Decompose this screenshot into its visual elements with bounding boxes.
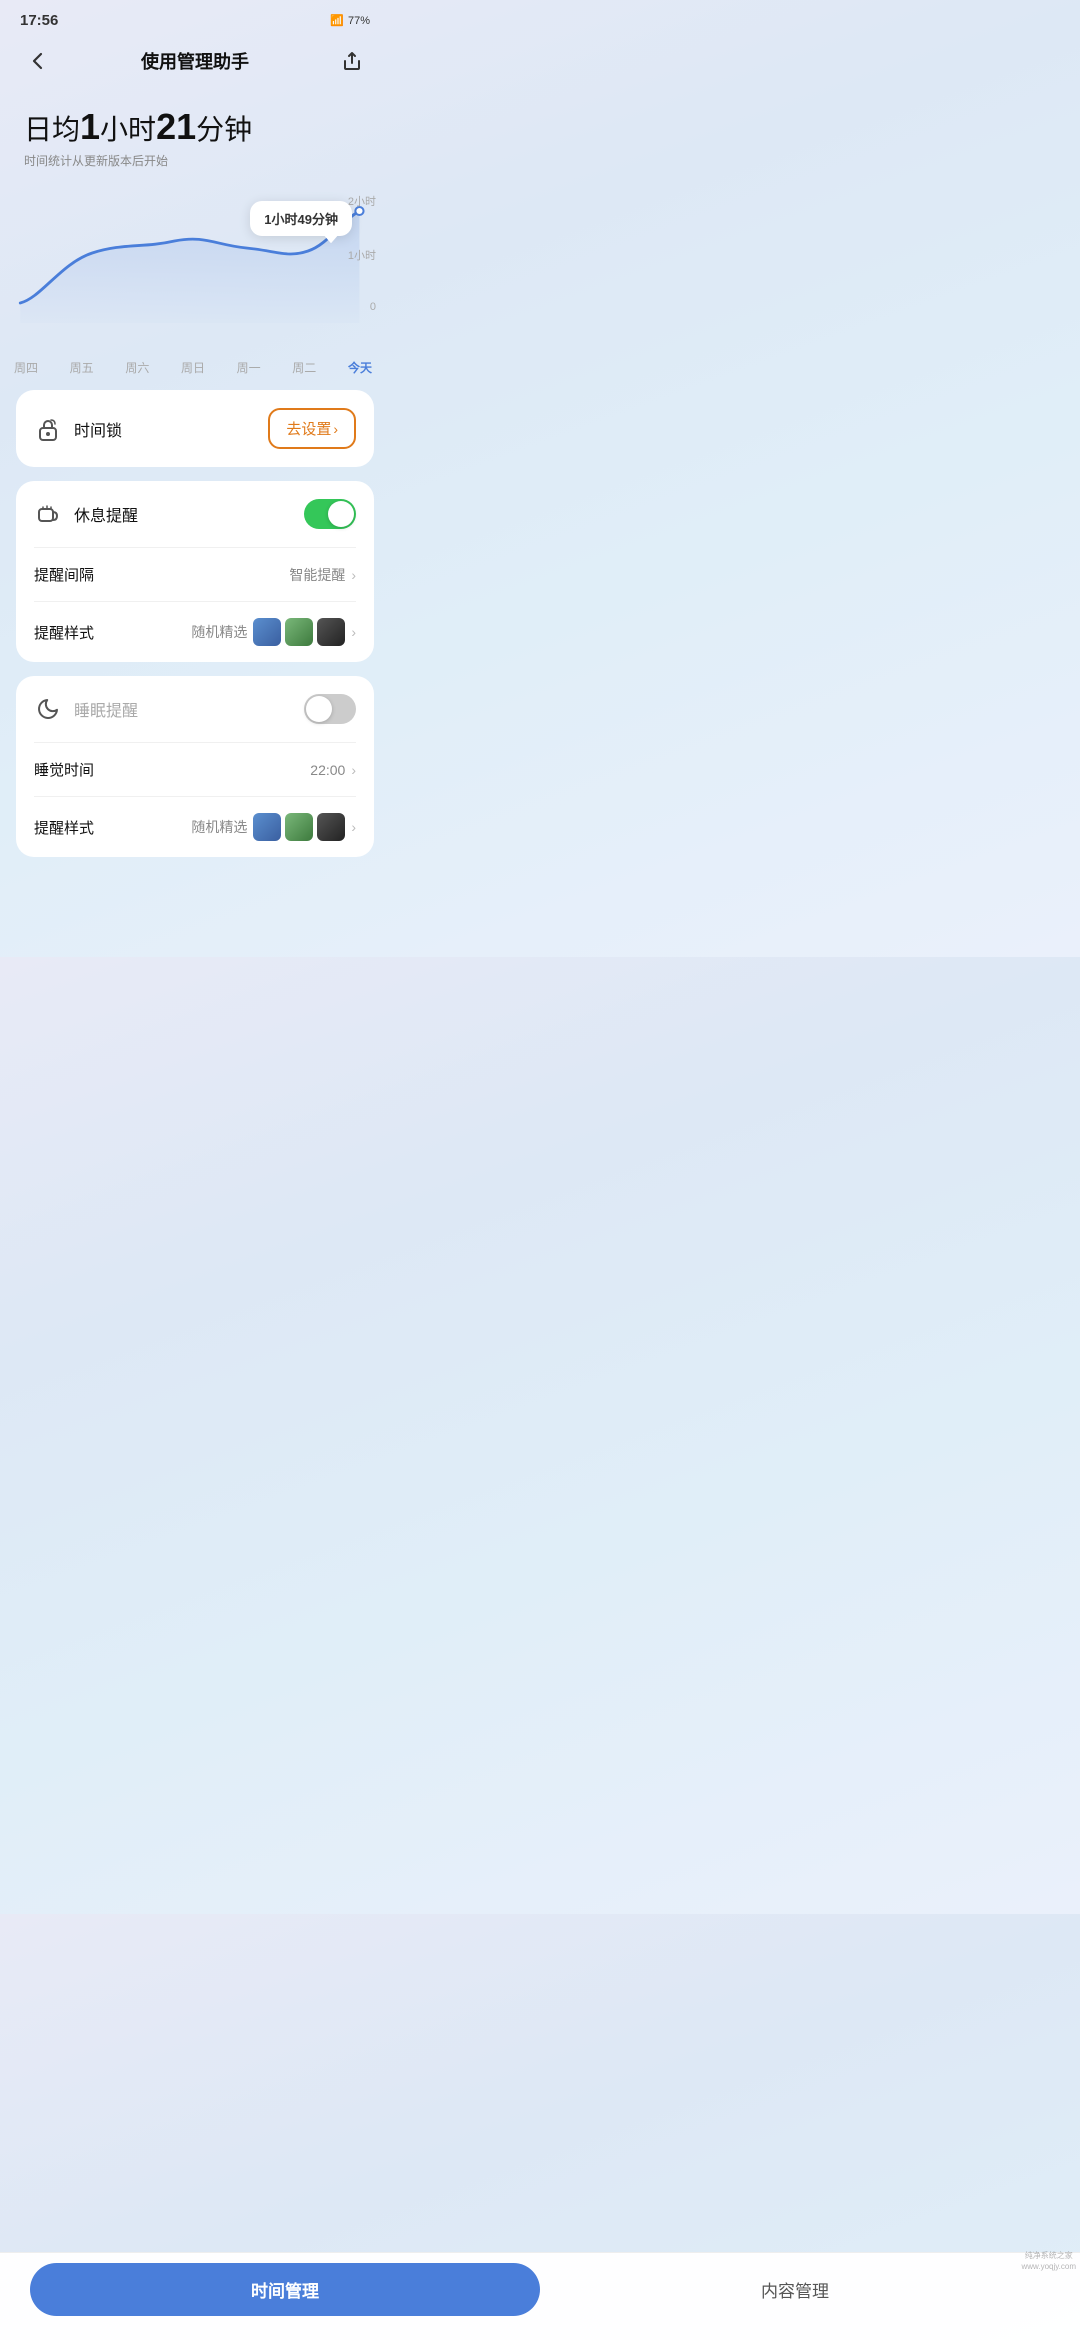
usage-chart: 2小时 1小时 0 1小时49分钟 — [0, 193, 390, 353]
page-title: 使用管理助手 — [141, 48, 249, 74]
sleep-reminder-toggle[interactable] — [304, 694, 356, 724]
time-lock-card: 时间锁 去设置 › — [16, 390, 374, 467]
y-label-2h: 2小时 — [348, 193, 376, 209]
reminder-interval-value: 智能提醒 › — [289, 565, 356, 585]
go-setting-button[interactable]: 去设置 › — [268, 408, 356, 449]
daily-avg-prefix: 日均 — [24, 114, 80, 145]
daily-avg-hours-unit: 小时 — [100, 114, 156, 145]
time-management-tab[interactable]: 时间管理 — [30, 2263, 540, 2316]
daily-avg-minutes: 21 — [156, 106, 196, 147]
daily-avg-subtitle: 时间统计从更新版本后开始 — [24, 152, 366, 169]
break-reminder-row: 休息提醒 — [16, 481, 374, 547]
break-reminder-card: 休息提醒 提醒间隔 智能提醒 › 提醒样式 随机精选 › — [16, 481, 374, 662]
thumb-2 — [285, 618, 313, 646]
sleep-thumb-3 — [317, 813, 345, 841]
daily-average-section: 日均1小时21分钟 时间统计从更新版本后开始 — [0, 95, 390, 175]
reminder-interval-row[interactable]: 提醒间隔 智能提醒 › — [16, 548, 374, 601]
x-label-fri: 周五 — [70, 359, 94, 376]
sleep-reminder-card: 睡眠提醒 睡觉时间 22:00 › 提醒样式 随机精选 › — [16, 676, 374, 857]
sleep-time-text: 22:00 — [310, 762, 345, 778]
x-label-thu: 周四 — [14, 359, 38, 376]
sleep-reminder-label: 睡眠提醒 — [74, 697, 138, 721]
sleep-reminder-icon — [34, 695, 62, 723]
chevron-icon-3: › — [351, 762, 356, 778]
break-reminder-label: 休息提醒 — [74, 502, 138, 526]
back-button[interactable] — [20, 43, 56, 79]
sleep-style-text: 随机精选 — [191, 817, 247, 837]
time-lock-left: 时间锁 — [34, 415, 122, 443]
sleep-reminder-row: 睡眠提醒 — [16, 676, 374, 742]
break-reminder-icon — [34, 500, 62, 528]
x-label-sat: 周六 — [125, 359, 149, 376]
break-reminder-toggle[interactable] — [304, 499, 356, 529]
sleep-style-value: 随机精选 › — [191, 813, 356, 841]
chart-x-labels: 周四 周五 周六 周日 周一 周二 今天 — [0, 353, 390, 376]
y-label-1h: 1小时 — [348, 247, 376, 263]
time-lock-icon — [34, 415, 62, 443]
sleep-reminder-left: 睡眠提醒 — [34, 695, 138, 723]
x-label-mon: 周一 — [237, 359, 261, 376]
chevron-icon-4: › — [351, 819, 356, 835]
sleep-style-label: 提醒样式 — [34, 817, 94, 838]
x-label-today: 今天 — [348, 359, 372, 376]
header: 使用管理助手 — [0, 35, 390, 95]
reminder-style-row[interactable]: 提醒样式 随机精选 › — [16, 602, 374, 662]
y-label-0: 0 — [348, 301, 376, 313]
share-button[interactable] — [334, 43, 370, 79]
status-bar: 17:56 📶 77% — [0, 0, 390, 35]
thumbnail-strip-1 — [253, 618, 345, 646]
reminder-interval-text: 智能提醒 — [289, 565, 345, 585]
reminder-interval-label: 提醒间隔 — [34, 564, 94, 585]
go-setting-label: 去设置 — [286, 418, 331, 439]
reminder-style-label: 提醒样式 — [34, 622, 94, 643]
time-lock-label: 时间锁 — [74, 417, 122, 441]
chevron-icon-1: › — [351, 567, 356, 583]
reminder-style-text: 随机精选 — [191, 622, 247, 642]
x-label-sun: 周日 — [181, 359, 205, 376]
chart-y-labels: 2小时 1小时 0 — [348, 193, 376, 313]
thumb-3 — [317, 618, 345, 646]
toggle-knob — [328, 501, 354, 527]
daily-avg-title: 日均1小时21分钟 — [24, 105, 366, 148]
sleep-thumb-1 — [253, 813, 281, 841]
break-reminder-left: 休息提醒 — [34, 500, 138, 528]
signal-icon: 📶 — [330, 14, 344, 27]
sleep-time-value: 22:00 › — [310, 762, 356, 778]
sleep-style-row[interactable]: 提醒样式 随机精选 › — [16, 797, 374, 857]
go-setting-arrow: › — [333, 421, 338, 437]
battery-icon: 77% — [348, 15, 370, 27]
bottom-nav: 时间管理 内容管理 — [0, 2252, 1080, 2340]
chart-tooltip: 1小时49分钟 — [250, 201, 352, 236]
chevron-icon-2: › — [351, 624, 356, 640]
x-label-tue: 周二 — [292, 359, 316, 376]
thumb-1 — [253, 618, 281, 646]
status-icons: 📶 77% — [330, 14, 370, 27]
daily-avg-hours: 1 — [80, 106, 100, 147]
thumbnail-strip-2 — [253, 813, 345, 841]
watermark: 纯净系统之家 www.yoqjy.com — [1021, 2251, 1076, 2272]
sleep-time-label: 睡觉时间 — [34, 759, 94, 780]
reminder-style-value: 随机精选 › — [191, 618, 356, 646]
content-management-tab[interactable]: 内容管理 — [540, 2263, 1050, 2316]
sleep-thumb-2 — [285, 813, 313, 841]
status-time: 17:56 — [20, 12, 58, 29]
daily-avg-minutes-unit: 分钟 — [196, 114, 252, 145]
sleep-toggle-knob — [306, 696, 332, 722]
time-lock-row: 时间锁 去设置 › — [16, 390, 374, 467]
sleep-time-row[interactable]: 睡觉时间 22:00 › — [16, 743, 374, 796]
